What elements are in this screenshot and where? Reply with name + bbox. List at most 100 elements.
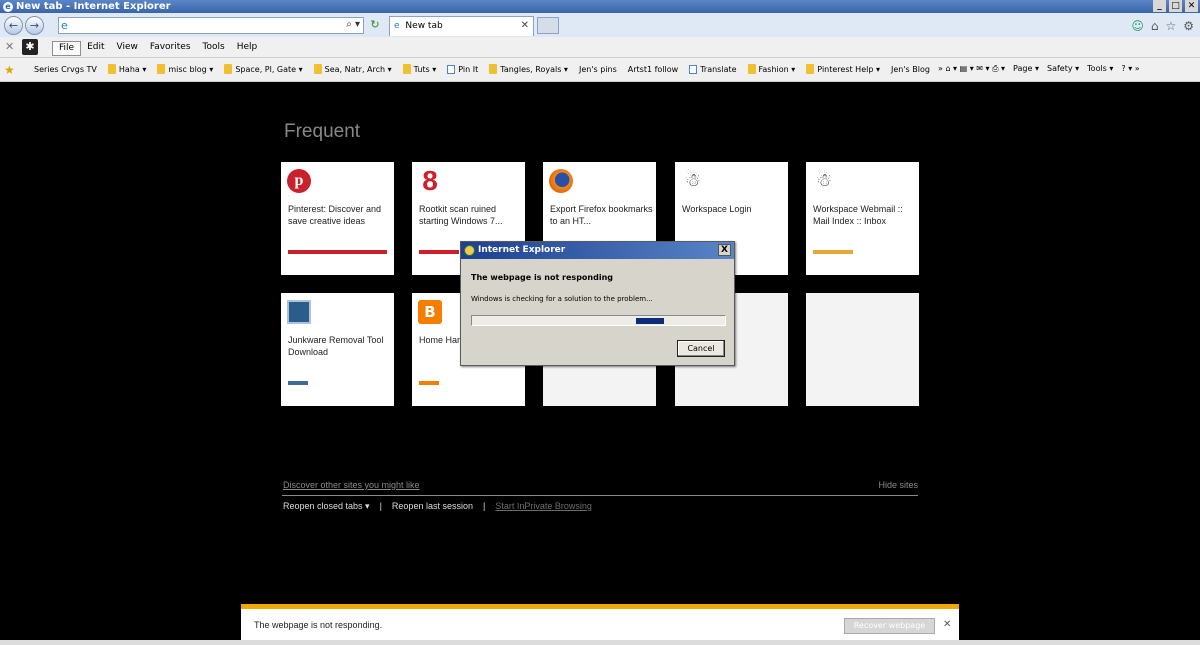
command-bar-icons[interactable]: » ⌂ ▾ ▤ ▾ ✉ ▾ ⎙ ▾: [938, 64, 1005, 74]
dialog-progress-bar: [471, 315, 726, 326]
tile-title: Rootkit scan ruined starting Windows 7..…: [419, 204, 503, 226]
folder-icon: [747, 64, 756, 74]
dialog-heading: The webpage is not responding: [471, 273, 613, 282]
ie-page-icon: e: [61, 19, 68, 32]
menu-view[interactable]: View: [111, 41, 144, 56]
close-toolbar-icon[interactable]: ✕: [5, 40, 14, 53]
favorite-label: Haha ▾: [118, 64, 147, 74]
favorite-item[interactable]: Tangles, Royals ▾: [489, 64, 568, 74]
progress-marquee-chunk: [636, 318, 664, 324]
compatibility-view-icon[interactable]: ↻: [367, 17, 383, 33]
minimize-button[interactable]: _: [1153, 0, 1166, 12]
recover-webpage-button[interactable]: Recover webpage: [844, 618, 935, 634]
folder-icon: [157, 64, 166, 74]
window-title: New tab - Internet Explorer: [16, 1, 171, 12]
page-menu[interactable]: Page ▾: [1013, 64, 1039, 74]
menu-help[interactable]: Help: [231, 41, 264, 56]
tab-ie-icon: e: [394, 21, 400, 31]
tile-junkware[interactable]: Junkware Removal Tool Download: [281, 293, 394, 406]
favorite-label: Pin It: [458, 64, 479, 74]
menu-favorites[interactable]: Favorites: [144, 41, 197, 56]
command-bar: » ⌂ ▾ ▤ ▾ ✉ ▾ ⎙ ▾ Page ▾ Safety ▾ Tools …: [938, 64, 1148, 74]
favorite-item[interactable]: Jen's pins: [579, 64, 617, 74]
browser-right-icons: ☺ ⌂ ☆ ⚙: [1131, 19, 1194, 33]
new-tab-button[interactable]: [537, 17, 559, 34]
favorite-item[interactable]: Haha ▾: [107, 64, 147, 74]
start-inprivate-link[interactable]: Start InPrivate Browsing: [495, 501, 592, 512]
tab-close-icon[interactable]: ✕: [521, 17, 529, 35]
favorite-label: Tuts ▾: [413, 64, 437, 74]
maximize-button[interactable]: □: [1169, 0, 1182, 12]
favorites-star-icon[interactable]: ☆: [1165, 19, 1176, 33]
favorite-item[interactable]: Fashion ▾: [747, 64, 795, 74]
tile-pinterest[interactable]: p Pinterest: Discover and save creative …: [281, 162, 394, 275]
tile-usage-bar: [288, 250, 387, 254]
tile-empty[interactable]: [806, 293, 919, 406]
status-bar: [0, 640, 1200, 645]
dialog-close-button[interactable]: X: [718, 244, 731, 256]
tab-new-tab[interactable]: e New tab ✕: [389, 16, 534, 36]
discover-sites-link[interactable]: Discover other sites you might like: [283, 480, 420, 490]
menu-file[interactable]: File: [52, 41, 82, 56]
favorite-label: Series Crvgs TV: [34, 64, 97, 74]
folder-icon: [402, 64, 411, 74]
address-bar[interactable]: e ⌕ ▾: [58, 17, 364, 34]
forward-button[interactable]: →: [25, 16, 44, 35]
folder-icon: [107, 64, 116, 74]
gear-icon[interactable]: ⚙: [1183, 19, 1194, 33]
favorite-label: misc blog ▾: [168, 64, 214, 74]
page-icon: [689, 64, 698, 74]
safety-menu[interactable]: Safety ▾: [1047, 64, 1079, 74]
ie-logo-icon: e: [3, 2, 13, 12]
favorite-item[interactable]: Jen's Blog: [891, 64, 930, 74]
feedback-icon[interactable]: ☺: [1131, 19, 1144, 33]
notification-close-icon[interactable]: ✕: [943, 619, 951, 630]
workspace-icon: ☃: [684, 170, 702, 191]
reopen-last-session-link[interactable]: Reopen last session: [392, 501, 473, 512]
back-button[interactable]: ←: [4, 16, 23, 35]
favorite-item[interactable]: Artst1 follow: [628, 64, 678, 74]
navigation-bar: ← → e ⌕ ▾ ↻ e New tab ✕ ☺ ⌂ ☆ ⚙: [0, 13, 1200, 37]
hide-sites-link[interactable]: Hide sites: [870, 480, 918, 490]
blogger-icon: B: [418, 300, 442, 324]
favorite-label: Jen's pins: [578, 64, 617, 74]
favorite-item[interactable]: misc blog ▾: [157, 64, 213, 74]
favorite-item[interactable]: Pin It: [447, 64, 478, 74]
home-icon[interactable]: ⌂: [1151, 19, 1159, 33]
dialog-cancel-button[interactable]: Cancel: [677, 340, 725, 357]
pinterest-icon: p: [287, 169, 311, 193]
menu-items: File Edit View Favorites Tools Help: [52, 41, 263, 56]
menu-edit[interactable]: Edit: [81, 41, 110, 56]
window-controls: _ □ ✕: [1153, 0, 1198, 12]
favorites-list: Series Crvgs TV Haha ▾ misc blog ▾ Space, P…: [34, 64, 941, 74]
tile-title: Pinterest: Discover and save creative id…: [288, 204, 382, 226]
page-icon: [447, 64, 456, 74]
tools-menu[interactable]: Tools ▾: [1087, 64, 1113, 74]
tile-usage-bar: [419, 381, 439, 385]
folder-icon: [224, 64, 233, 74]
favorite-item[interactable]: Series Crvgs TV: [34, 64, 97, 74]
tile-usage-bar: [813, 250, 853, 254]
favorite-item[interactable]: Sea, Natr, Arch ▾: [313, 64, 392, 74]
addon-icon[interactable]: ✱: [22, 39, 38, 55]
folder-icon: [806, 64, 815, 74]
add-favorite-star-icon[interactable]: ★: [4, 63, 15, 77]
reopen-closed-tabs-link[interactable]: Reopen closed tabs ▾: [283, 501, 370, 512]
favorite-label: Tangles, Royals ▾: [500, 64, 568, 74]
not-responding-dialog: Internet Explorer X The webpage is not r…: [460, 241, 735, 366]
menu-tools[interactable]: Tools: [197, 41, 231, 56]
tile-workspace-webmail[interactable]: ☃ Workspace Webmail :: Mail Index :: Inb…: [806, 162, 919, 275]
tile-usage-bar: [419, 250, 459, 254]
help-menu[interactable]: ? ▾ »: [1121, 64, 1139, 74]
favorite-item[interactable]: Pinterest Help ▾: [806, 64, 880, 74]
favorite-item[interactable]: Translate: [689, 64, 737, 74]
favorite-item[interactable]: Tuts ▾: [402, 64, 437, 74]
favorite-label: Artst1 follow: [627, 64, 679, 74]
session-links: Reopen closed tabs ▾ | Reopen last sessi…: [283, 501, 592, 512]
rootkit-icon: 8: [422, 165, 438, 196]
favorite-item[interactable]: Space, Pl, Gate ▾: [224, 64, 303, 74]
window-title-bar: e New tab - Internet Explorer _ □ ✕: [0, 0, 1200, 13]
close-window-button[interactable]: ✕: [1185, 0, 1198, 12]
search-dropdown-icon[interactable]: ⌕ ▾: [346, 19, 360, 30]
notification-message: The webpage is not responding.: [254, 620, 383, 630]
